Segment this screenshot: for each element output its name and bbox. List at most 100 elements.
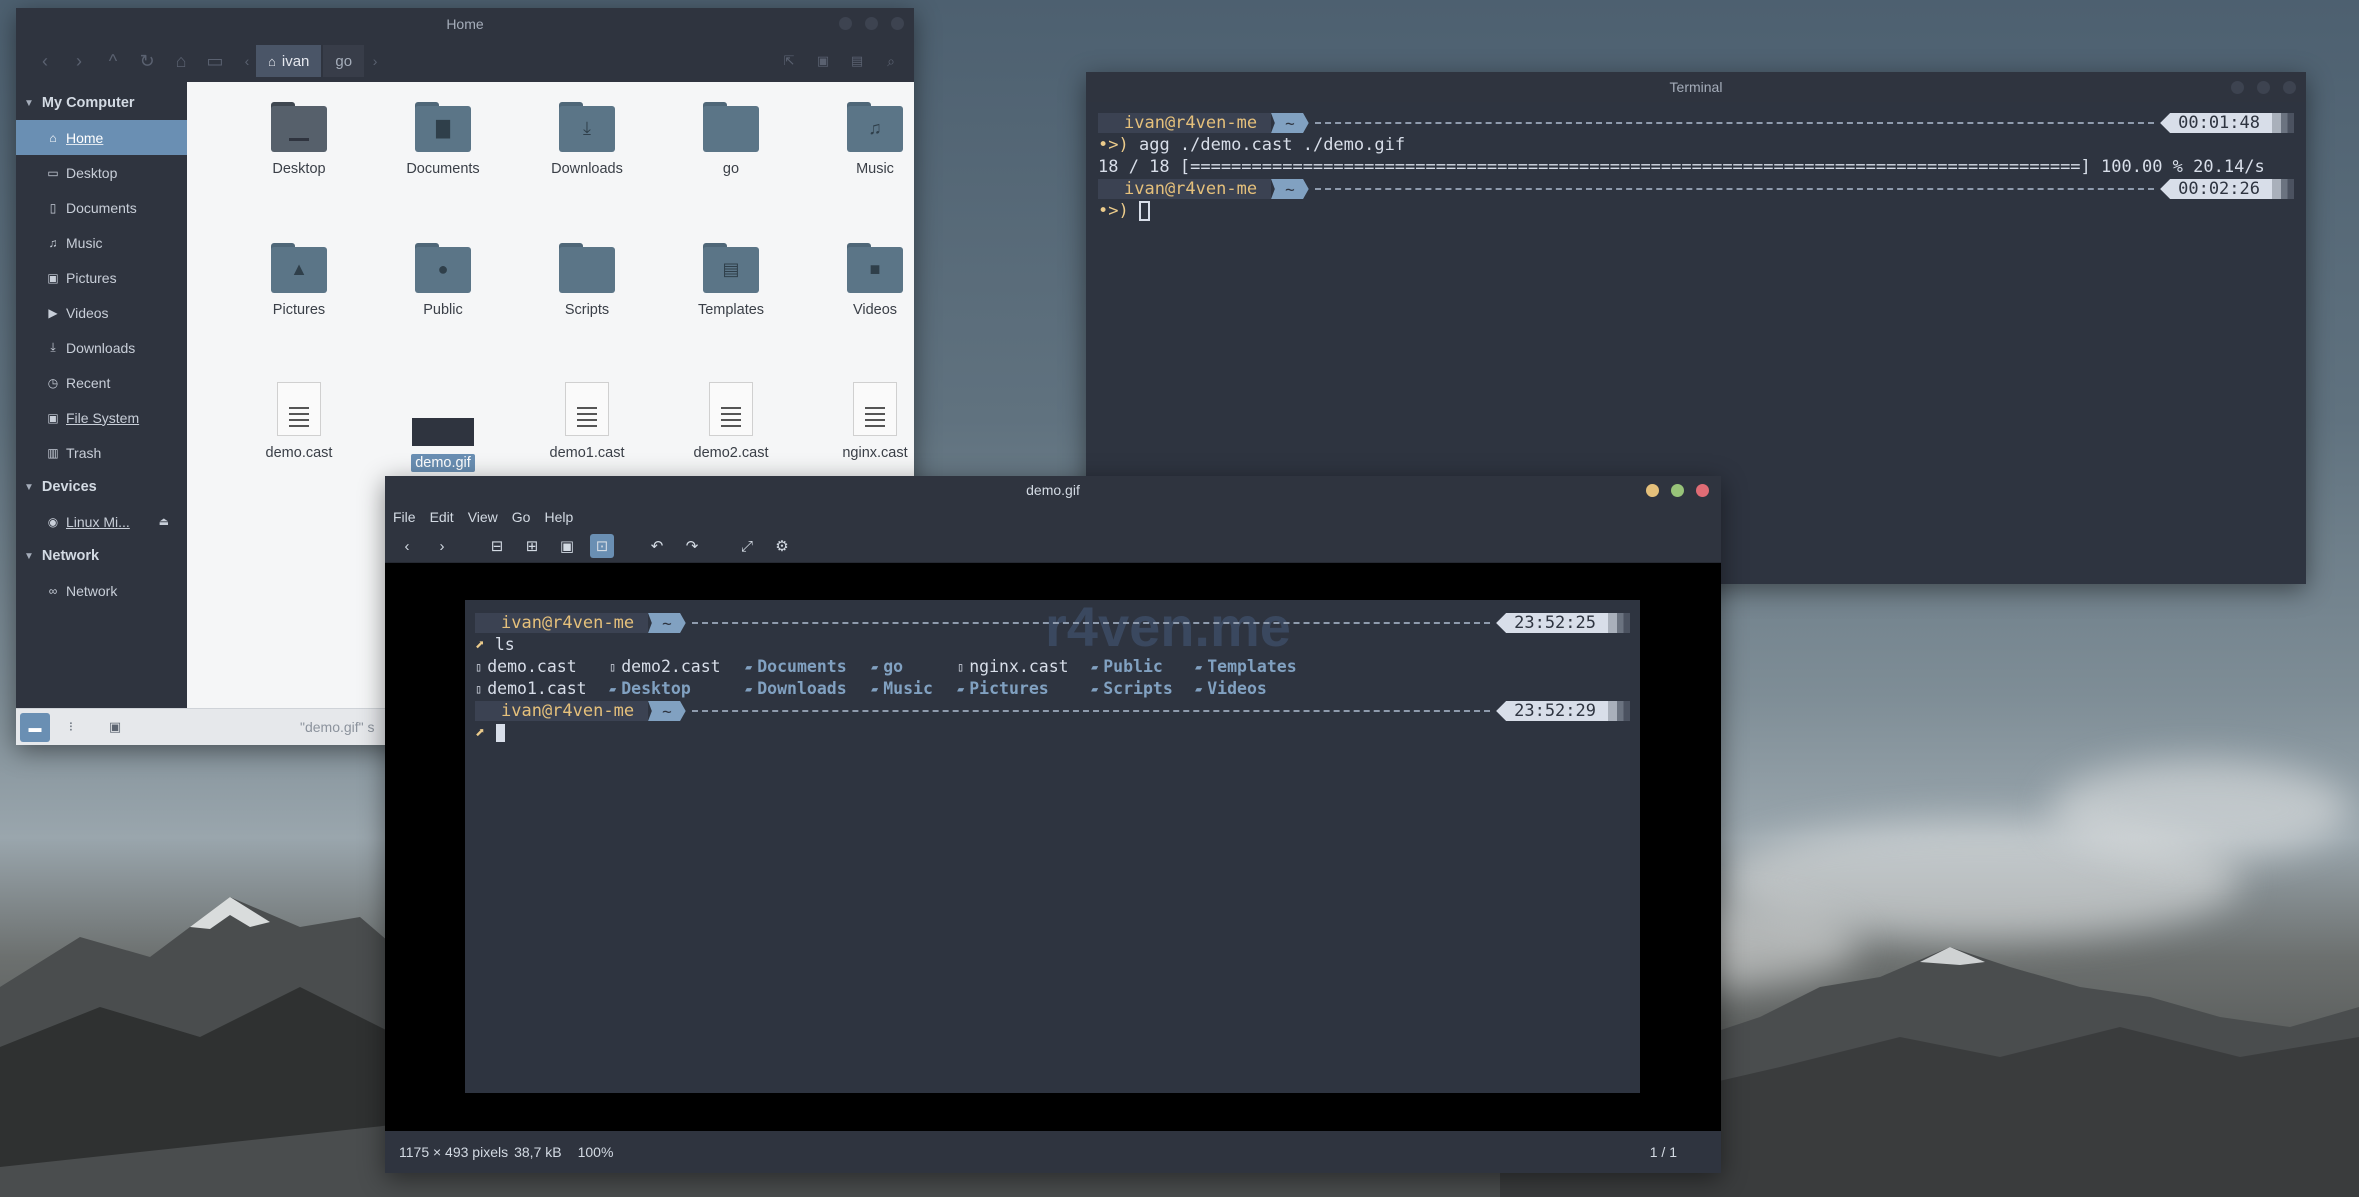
prompt-tail xyxy=(1608,613,1630,633)
sidebar-section-devices[interactable]: ▼ Devices xyxy=(16,470,187,504)
terminal-titlebar[interactable]: Terminal xyxy=(1086,72,2306,102)
breadcrumb-left-icon[interactable]: ‹ xyxy=(238,53,256,69)
sidebar-item-music[interactable]: ♫ Music xyxy=(16,225,187,260)
minimize-button[interactable] xyxy=(1646,484,1659,497)
fullscreen-icon[interactable]: ⤢ xyxy=(735,534,759,558)
maximize-button[interactable] xyxy=(2257,81,2270,94)
file-item[interactable]: ⤓ Downloads xyxy=(515,100,659,241)
file-manager-titlebar[interactable]: Home xyxy=(16,8,914,40)
terminal-content[interactable]: ivan@r4ven-me ~ 00:01:48 •>) agg ./demo.… xyxy=(1086,102,2306,222)
expand-icon: ▼ xyxy=(24,550,34,562)
image-canvas[interactable]: r4ven.me ivan@r4ven-me ~ 23:52:25 ⬈ ls ▯… xyxy=(385,563,1721,1131)
folder-icon: ▰ xyxy=(871,682,879,696)
sidebar-item-videos[interactable]: ▶ Videos xyxy=(16,295,187,330)
ls-entry-name: Documents xyxy=(757,657,847,676)
prompt-line: ivan@r4ven-me ~ 00:02:26 xyxy=(1098,178,2294,200)
minimize-button[interactable] xyxy=(2231,81,2244,94)
next-icon[interactable]: › xyxy=(430,534,454,558)
file-icon: ▯ xyxy=(957,660,965,674)
ls-entry-name: demo2.cast xyxy=(621,657,721,676)
close-button[interactable] xyxy=(1696,484,1709,497)
sidebar-item-downloads[interactable]: ⤓ Downloads xyxy=(16,330,187,365)
sidebar-item-desktop[interactable]: ▭ Desktop xyxy=(16,155,187,190)
menu-edit[interactable]: Edit xyxy=(430,509,454,525)
computer-icon[interactable]: ▭ xyxy=(198,44,232,78)
file-item[interactable]: ▇ Documents xyxy=(371,100,515,241)
ls-entry-name: nginx.cast xyxy=(969,657,1069,676)
breadcrumb-go[interactable]: go xyxy=(323,45,365,77)
prompt-path: ~ xyxy=(648,701,686,721)
rotate-left-icon[interactable]: ↶ xyxy=(645,534,669,558)
folder-icon: ▲ xyxy=(271,243,327,293)
ls-directory: ▰ go xyxy=(871,656,957,678)
breadcrumb-ivan[interactable]: ⌂ ivan xyxy=(256,45,322,77)
file-item[interactable]: Desktop xyxy=(227,100,371,241)
sidebar-item-home[interactable]: ⌂ Home xyxy=(16,120,187,155)
sidebar-item-pictures[interactable]: ▣ Pictures xyxy=(16,260,187,295)
sidebar-section-network[interactable]: ▼ Network xyxy=(16,539,187,573)
folder-icon: ▇ xyxy=(415,102,471,152)
maximize-button[interactable] xyxy=(1671,484,1684,497)
file-item[interactable]: ▲ Pictures xyxy=(227,241,371,382)
sidebar-item-label: Recent xyxy=(66,374,111,391)
slideshow-icon[interactable]: ⚙ xyxy=(770,534,794,558)
sidebar-item-recent[interactable]: ◷ Recent xyxy=(16,365,187,400)
zoom-out-icon[interactable]: ⊟ xyxy=(485,534,509,558)
maximize-button[interactable] xyxy=(865,17,878,30)
close-button[interactable] xyxy=(891,17,904,30)
zoom-in-icon[interactable]: ⊞ xyxy=(520,534,544,558)
sidebar-item-file-system[interactable]: ▣ File System xyxy=(16,400,187,435)
image-viewer-window[interactable]: demo.gif File Edit View Go Help ‹ › ⊟ ⊞ … xyxy=(385,476,1721,1173)
ls-entry-name: Pictures xyxy=(969,679,1049,698)
sidebar-item-documents[interactable]: ▯ Documents xyxy=(16,190,187,225)
minimize-button[interactable] xyxy=(839,17,852,30)
tree-toggle-icon[interactable]: ⁝ xyxy=(56,713,86,742)
prompt-arrow-icon: ⬈ xyxy=(475,635,485,654)
reload-icon[interactable]: ↻ xyxy=(130,44,164,78)
search-icon[interactable]: ⌕ xyxy=(874,44,908,78)
file-item[interactable]: ▤ Templates xyxy=(659,241,803,382)
prompt-time: 00:02:26 xyxy=(2160,179,2272,199)
sidebar-item-network[interactable]: ∞ Network xyxy=(16,573,187,608)
file-item[interactable]: go xyxy=(659,100,803,241)
close-button[interactable] xyxy=(2283,81,2296,94)
up-icon[interactable]: ^ xyxy=(96,44,130,78)
file-item[interactable]: ■ Videos xyxy=(803,241,914,382)
normal-size-icon[interactable]: ▣ xyxy=(555,534,579,558)
file-item[interactable]: ● Public xyxy=(371,241,515,382)
home-icon[interactable]: ⌂ xyxy=(164,44,198,78)
file-item-label: Public xyxy=(423,302,463,318)
file-item[interactable]: Scripts xyxy=(515,241,659,382)
prompt-user-host: ivan@r4ven-me xyxy=(475,701,649,721)
sidebar-item-trash[interactable]: ▥ Trash xyxy=(16,435,187,470)
sidebar-item-label: Videos xyxy=(66,304,109,321)
eject-icon[interactable]: ⏏ xyxy=(159,515,169,528)
file-item[interactable]: demo.cast xyxy=(227,382,371,523)
input-line[interactable]: •>) xyxy=(1098,200,2294,222)
best-fit-icon[interactable]: ⊡ xyxy=(590,534,614,558)
forward-icon[interactable]: › xyxy=(62,44,96,78)
split-view-icon[interactable]: ▣ xyxy=(806,44,840,78)
network-icon: ∞ xyxy=(48,583,58,598)
previous-icon[interactable]: ‹ xyxy=(395,534,419,558)
image-viewer-titlebar[interactable]: demo.gif xyxy=(385,476,1721,504)
menu-help[interactable]: Help xyxy=(544,509,573,525)
file-item[interactable]: ♫ Music xyxy=(803,100,914,241)
rotate-right-icon[interactable]: ↷ xyxy=(680,534,704,558)
ls-row: ▯ demo.cast ▯ demo2.cast ▰ Documents ▰ go ▯ nginx… xyxy=(475,656,1630,678)
menu-file[interactable]: File xyxy=(393,509,416,525)
sidebar-section-my-computer[interactable]: ▼ My Computer xyxy=(16,86,187,120)
sidebar-toggle-icon[interactable]: ▣ xyxy=(100,713,130,742)
breadcrumb-right-icon[interactable]: › xyxy=(366,53,384,69)
progress-line: 18 / 18 [===============================… xyxy=(1098,157,2265,177)
menu-view[interactable]: View xyxy=(468,509,498,525)
file-icon: ▯ xyxy=(475,660,483,674)
places-toggle-icon[interactable]: ▬ xyxy=(20,712,50,742)
back-icon[interactable]: ‹ xyxy=(28,44,62,78)
toggle-location-icon[interactable]: ⇱ xyxy=(772,44,806,78)
breadcrumb: ‹ ⌂ ivan go › xyxy=(238,44,384,78)
menu-go[interactable]: Go xyxy=(512,509,531,525)
sidebar-item-linux-mint[interactable]: ◉ Linux Mi... ⏏ xyxy=(16,504,187,539)
new-folder-icon[interactable]: ▤ xyxy=(840,44,874,78)
prompt-time: 00:01:48 xyxy=(2160,113,2272,133)
